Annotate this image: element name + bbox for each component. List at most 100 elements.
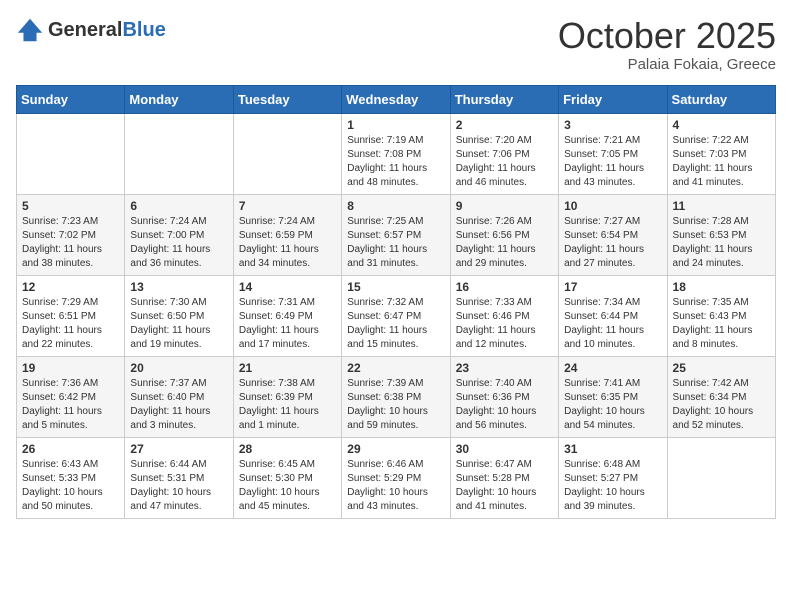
day-info: Sunrise: 7:39 AM Sunset: 6:38 PM Dayligh… (347, 377, 444, 433)
day-number: 23 (456, 361, 553, 375)
calendar-cell: 7 Sunrise: 7:24 AM Sunset: 6:59 PM Daylig… (233, 194, 341, 275)
calendar-week-row: 19 Sunrise: 7:36 AM Sunset: 6:42 PM Dayli… (17, 356, 776, 437)
day-info: Sunrise: 7:19 AM Sunset: 7:08 PM Dayligh… (347, 134, 444, 190)
calendar-cell (125, 113, 233, 194)
day-info: Sunrise: 7:24 AM Sunset: 7:00 PM Dayligh… (130, 215, 227, 271)
day-number: 29 (347, 442, 444, 456)
day-number: 27 (130, 442, 227, 456)
day-info: Sunrise: 7:29 AM Sunset: 6:51 PM Dayligh… (22, 296, 119, 352)
day-number: 10 (564, 199, 661, 213)
day-info: Sunrise: 7:28 AM Sunset: 6:53 PM Dayligh… (673, 215, 770, 271)
day-info: Sunrise: 7:37 AM Sunset: 6:40 PM Dayligh… (130, 377, 227, 433)
calendar-cell: 12 Sunrise: 7:29 AM Sunset: 6:51 PM Dayli… (17, 275, 125, 356)
header-saturday: Saturday (667, 85, 775, 113)
calendar-week-row: 5Sunrise: 7:23 AM Sunset: 7:02 PM Daylig… (17, 194, 776, 275)
day-number: 26 (22, 442, 119, 456)
day-info: Sunrise: 7:27 AM Sunset: 6:54 PM Dayligh… (564, 215, 661, 271)
day-info: Sunrise: 7:33 AM Sunset: 6:46 PM Dayligh… (456, 296, 553, 352)
calendar-cell: 25 Sunrise: 7:42 AM Sunset: 6:34 PM Dayli… (667, 356, 775, 437)
calendar-cell: 22 Sunrise: 7:39 AM Sunset: 6:38 PM Dayli… (342, 356, 450, 437)
day-info: Sunrise: 7:31 AM Sunset: 6:49 PM Dayligh… (239, 296, 336, 352)
day-number: 21 (239, 361, 336, 375)
day-info: Sunrise: 7:24 AM Sunset: 6:59 PM Dayligh… (239, 215, 336, 271)
day-number: 9 (456, 199, 553, 213)
calendar-cell: 18 Sunrise: 7:35 AM Sunset: 6:43 PM Dayli… (667, 275, 775, 356)
header-friday: Friday (559, 85, 667, 113)
calendar-cell: 31Sunrise: 6:48 AM Sunset: 5:27 PM Dayli… (559, 437, 667, 518)
page-header: General Blue October 2025 Palaia Fokaia,… (16, 16, 776, 73)
day-info: Sunrise: 7:35 AM Sunset: 6:43 PM Dayligh… (673, 296, 770, 352)
logo-text: General Blue (48, 19, 166, 41)
calendar-cell: 21 Sunrise: 7:38 AM Sunset: 6:39 PM Dayli… (233, 356, 341, 437)
day-info: Sunrise: 6:44 AM Sunset: 5:31 PM Dayligh… (130, 458, 227, 514)
day-number: 1 (347, 118, 444, 132)
calendar-cell: 2 Sunrise: 7:20 AM Sunset: 7:06 PM Daylig… (450, 113, 558, 194)
calendar-cell: 1 Sunrise: 7:19 AM Sunset: 7:08 PM Daylig… (342, 113, 450, 194)
day-number: 17 (564, 280, 661, 294)
day-number: 5 (22, 199, 119, 213)
day-info: Sunrise: 7:36 AM Sunset: 6:42 PM Dayligh… (22, 377, 119, 433)
calendar-cell: 29 Sunrise: 6:46 AM Sunset: 5:29 PM Dayli… (342, 437, 450, 518)
calendar-cell: 27 Sunrise: 6:44 AM Sunset: 5:31 PM Dayli… (125, 437, 233, 518)
title-section: October 2025 Palaia Fokaia, Greece (558, 16, 776, 73)
calendar-cell: 4 Sunrise: 7:22 AM Sunset: 7:03 PM Daylig… (667, 113, 775, 194)
calendar-cell (233, 113, 341, 194)
calendar-cell: 10 Sunrise: 7:27 AM Sunset: 6:54 PM Dayli… (559, 194, 667, 275)
day-info: Sunrise: 7:25 AM Sunset: 6:57 PM Dayligh… (347, 215, 444, 271)
day-info: Sunrise: 7:42 AM Sunset: 6:34 PM Dayligh… (673, 377, 770, 433)
day-number: 2 (456, 118, 553, 132)
day-info: Sunrise: 7:22 AM Sunset: 7:03 PM Dayligh… (673, 134, 770, 190)
day-number: 3 (564, 118, 661, 132)
calendar-cell: 20 Sunrise: 7:37 AM Sunset: 6:40 PM Dayli… (125, 356, 233, 437)
calendar-cell: 23Sunrise: 7:40 AM Sunset: 6:36 PM Dayli… (450, 356, 558, 437)
calendar-cell: 9 Sunrise: 7:26 AM Sunset: 6:56 PM Daylig… (450, 194, 558, 275)
day-number: 19 (22, 361, 119, 375)
header-sunday: Sunday (17, 85, 125, 113)
calendar-week-row: 26Sunrise: 6:43 AM Sunset: 5:33 PM Dayli… (17, 437, 776, 518)
day-info: Sunrise: 7:26 AM Sunset: 6:56 PM Dayligh… (456, 215, 553, 271)
day-number: 12 (22, 280, 119, 294)
day-info: Sunrise: 7:41 AM Sunset: 6:35 PM Dayligh… (564, 377, 661, 433)
day-number: 8 (347, 199, 444, 213)
logo: General Blue (16, 16, 166, 44)
calendar-cell: 13 Sunrise: 7:30 AM Sunset: 6:50 PM Dayli… (125, 275, 233, 356)
calendar-cell: 6Sunrise: 7:24 AM Sunset: 7:00 PM Daylig… (125, 194, 233, 275)
day-number: 25 (673, 361, 770, 375)
day-info: Sunrise: 7:38 AM Sunset: 6:39 PM Dayligh… (239, 377, 336, 433)
calendar-header-row: SundayMondayTuesdayWednesdayThursdayFrid… (17, 85, 776, 113)
day-info: Sunrise: 7:20 AM Sunset: 7:06 PM Dayligh… (456, 134, 553, 190)
header-thursday: Thursday (450, 85, 558, 113)
calendar-cell: 16Sunrise: 7:33 AM Sunset: 6:46 PM Dayli… (450, 275, 558, 356)
location-subtitle: Palaia Fokaia, Greece (558, 56, 776, 73)
day-number: 11 (673, 199, 770, 213)
day-number: 22 (347, 361, 444, 375)
calendar-week-row: 12 Sunrise: 7:29 AM Sunset: 6:51 PM Dayli… (17, 275, 776, 356)
calendar-table: SundayMondayTuesdayWednesdayThursdayFrid… (16, 85, 776, 519)
calendar-cell: 26Sunrise: 6:43 AM Sunset: 5:33 PM Dayli… (17, 437, 125, 518)
day-number: 18 (673, 280, 770, 294)
day-number: 13 (130, 280, 227, 294)
day-number: 15 (347, 280, 444, 294)
day-number: 7 (239, 199, 336, 213)
calendar-cell: 3 Sunrise: 7:21 AM Sunset: 7:05 PM Daylig… (559, 113, 667, 194)
day-info: Sunrise: 6:46 AM Sunset: 5:29 PM Dayligh… (347, 458, 444, 514)
day-info: Sunrise: 7:21 AM Sunset: 7:05 PM Dayligh… (564, 134, 661, 190)
header-tuesday: Tuesday (233, 85, 341, 113)
day-number: 30 (456, 442, 553, 456)
calendar-cell: 5Sunrise: 7:23 AM Sunset: 7:02 PM Daylig… (17, 194, 125, 275)
day-info: Sunrise: 6:47 AM Sunset: 5:28 PM Dayligh… (456, 458, 553, 514)
day-number: 4 (673, 118, 770, 132)
calendar-cell (17, 113, 125, 194)
calendar-cell: 28Sunrise: 6:45 AM Sunset: 5:30 PM Dayli… (233, 437, 341, 518)
calendar-cell: 30 Sunrise: 6:47 AM Sunset: 5:28 PM Dayli… (450, 437, 558, 518)
day-info: Sunrise: 7:30 AM Sunset: 6:50 PM Dayligh… (130, 296, 227, 352)
day-number: 28 (239, 442, 336, 456)
day-number: 20 (130, 361, 227, 375)
calendar-cell: 24Sunrise: 7:41 AM Sunset: 6:35 PM Dayli… (559, 356, 667, 437)
calendar-cell (667, 437, 775, 518)
month-year-title: October 2025 (558, 16, 776, 56)
calendar-cell: 19 Sunrise: 7:36 AM Sunset: 6:42 PM Dayli… (17, 356, 125, 437)
calendar-cell: 11 Sunrise: 7:28 AM Sunset: 6:53 PM Dayli… (667, 194, 775, 275)
calendar-cell: 17Sunrise: 7:34 AM Sunset: 6:44 PM Dayli… (559, 275, 667, 356)
day-info: Sunrise: 7:32 AM Sunset: 6:47 PM Dayligh… (347, 296, 444, 352)
